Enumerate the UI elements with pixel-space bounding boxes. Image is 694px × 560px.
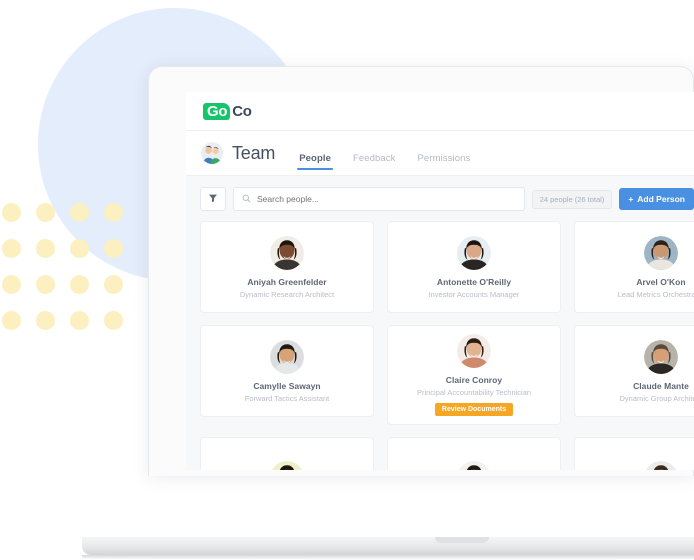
tab-list: People Feedback Permissions (297, 131, 471, 175)
person-name: Camylle Sawayn (253, 380, 321, 391)
app-screen: Go Co Team People Feedback Permissions S… (186, 92, 694, 470)
plus-icon: + (628, 194, 634, 204)
decorative-dot (2, 239, 21, 258)
person-role: Lead Metrics Orchestrator (617, 289, 694, 299)
person-role: Dynamic Research Architect (239, 289, 335, 299)
decorative-dot (104, 311, 123, 330)
person-card[interactable]: Claude Mante Dynamic Group Architect (574, 325, 694, 417)
search-box[interactable] (233, 187, 525, 211)
person-role: Investor Accounts Manager (428, 289, 520, 299)
tab-people[interactable]: People (297, 153, 333, 175)
person-role: Principal Accountability Technician (416, 388, 532, 397)
person-name: Aniyah Greenfelder (247, 276, 327, 287)
logo-go-mark: Go (203, 102, 231, 120)
page-header: Team People Feedback Permissions (186, 131, 694, 176)
decorative-dot-grid (2, 203, 138, 347)
filter-button[interactable] (200, 187, 226, 211)
person-card[interactable]: Aniyah Greenfelder Dynamic Research Archi… (200, 221, 374, 313)
decorative-dot (36, 239, 55, 258)
person-avatar (270, 461, 304, 470)
decorative-dot (36, 275, 55, 294)
toolbar: 24 people (26 total) + Add Person (200, 187, 694, 211)
people-count-badge: 24 people (26 total) (531, 189, 613, 209)
person-role: Dynamic Group Architect (619, 393, 694, 403)
search-icon (242, 190, 251, 208)
decorative-dot (36, 203, 55, 222)
person-role: Forward Tactics Assistant (244, 393, 330, 403)
add-person-label: Add Person (637, 194, 685, 204)
review-documents-badge[interactable]: Review Documents (434, 403, 514, 416)
person-avatar (644, 235, 678, 270)
person-card[interactable]: Antonette O'Reilly Investor Accounts Mana… (387, 221, 561, 313)
laptop-base (82, 537, 694, 555)
person-avatar (457, 235, 491, 270)
decorative-dot (104, 275, 123, 294)
team-avatar-icon (201, 142, 223, 164)
person-avatar (644, 461, 678, 470)
filter-icon (208, 190, 218, 208)
person-card[interactable]: Arvel O'Kon Lead Metrics Orchestrator (574, 221, 694, 313)
add-person-button[interactable]: + Add Person (619, 188, 694, 210)
person-avatar (270, 235, 304, 270)
tab-permissions[interactable]: Permissions (418, 153, 471, 175)
person-avatar (270, 339, 304, 374)
person-card[interactable]: Camylle Sawayn Forward Tactics Assistant (200, 325, 374, 417)
decorative-dot (70, 203, 89, 222)
person-card[interactable] (200, 437, 374, 470)
logo-co-text: Co (232, 102, 252, 120)
person-avatar (644, 339, 678, 374)
page-title: Team (232, 142, 276, 163)
brand-bar: Go Co (186, 92, 694, 131)
people-directory-body: 24 people (26 total) + Add Person Aniyah… (186, 176, 694, 470)
person-name: Antonette O'Reilly (436, 276, 512, 287)
goco-logo[interactable]: Go Co (203, 102, 252, 120)
person-name: Claude Mante (633, 380, 689, 391)
person-card[interactable]: Claire Conroy Principal Accountability Te… (387, 325, 561, 425)
decorative-dot (2, 275, 21, 294)
decorative-dot (70, 275, 89, 294)
decorative-dot (70, 239, 89, 258)
decorative-dot (36, 311, 55, 330)
decorative-dot (70, 311, 89, 330)
laptop-base-notch (435, 537, 489, 543)
person-name: Claire Conroy (445, 375, 503, 385)
person-avatar (457, 334, 491, 368)
person-name: Arvel O'Kon (636, 276, 686, 287)
search-input[interactable] (257, 194, 516, 204)
laptop-foot-shadow (82, 555, 694, 560)
decorative-dot (2, 311, 21, 330)
decorative-dot (2, 203, 21, 222)
person-card[interactable] (574, 437, 694, 470)
decorative-dot (104, 203, 123, 222)
person-avatar (457, 461, 491, 470)
person-card[interactable] (387, 437, 561, 470)
tab-feedback[interactable]: Feedback (353, 153, 396, 175)
decorative-dot (104, 239, 123, 258)
people-grid: Aniyah Greenfelder Dynamic Research Archi… (200, 221, 694, 470)
